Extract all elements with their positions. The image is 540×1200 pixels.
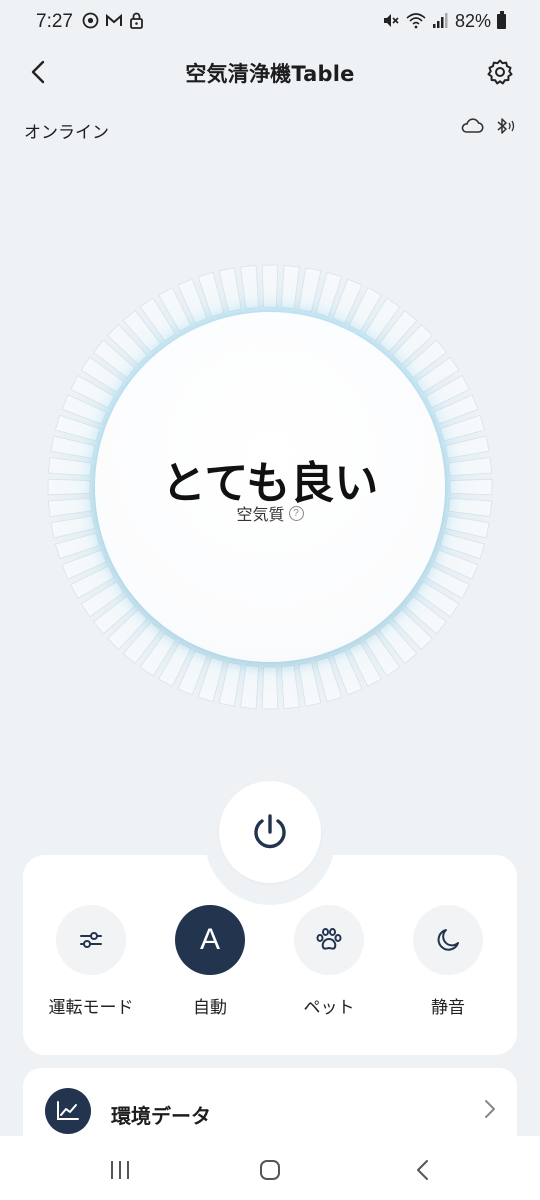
air-quality-label-row: 空気質 ?	[45, 501, 495, 525]
battery-icon	[497, 11, 506, 29]
recent-apps-icon	[111, 1161, 129, 1179]
dial-tick	[218, 661, 242, 707]
mode-quiet-button[interactable]	[413, 905, 483, 975]
gmail-icon	[105, 12, 122, 29]
mode-auto[interactable]: A 自動	[155, 905, 265, 1025]
bluetooth-icon	[494, 116, 516, 140]
app-header: 空気清浄機Table	[0, 48, 540, 96]
moon-icon	[437, 929, 459, 951]
recent-apps-button[interactable]	[105, 1156, 135, 1184]
status-bar: 7:27 82%	[0, 0, 540, 44]
status-system-icons: 82%	[382, 11, 506, 32]
paw-icon	[316, 928, 342, 950]
cloud-icon	[460, 116, 484, 140]
status-time: 7:27	[36, 11, 73, 32]
sliders-icon	[80, 932, 102, 948]
system-nav-bar	[0, 1136, 540, 1200]
dial-tick	[261, 264, 279, 308]
mode-operation[interactable]: 運転モード	[36, 905, 146, 1025]
dial-tick	[280, 664, 300, 710]
air-quality-label: 空気質	[236, 505, 285, 524]
nav-back-button[interactable]	[408, 1156, 438, 1184]
dial-tick	[298, 661, 322, 707]
dial-tick	[240, 264, 260, 310]
power-icon	[254, 814, 286, 849]
mode-auto-button[interactable]: A	[175, 905, 245, 975]
help-icon[interactable]: ?	[288, 505, 304, 521]
wifi-icon	[406, 12, 426, 32]
chevron-right-icon	[483, 1098, 497, 1124]
mode-label: ペット	[303, 998, 355, 1018]
auto-icon: A	[199, 923, 220, 956]
dial-tick	[261, 666, 279, 710]
dial-tick	[218, 267, 242, 313]
page-title: 空気清浄機Table	[185, 62, 355, 86]
dial-tick	[240, 664, 260, 710]
status-notification-icons	[82, 12, 145, 29]
mute-icon	[382, 12, 400, 32]
mode-label: 自動	[193, 998, 227, 1018]
battery-percent: 82%	[454, 11, 491, 31]
mode-label: 静音	[431, 998, 465, 1018]
env-data-label: 環境データ	[111, 1104, 211, 1128]
home-button[interactable]	[255, 1156, 285, 1184]
lock-icon	[128, 12, 145, 29]
chart-line-icon	[45, 1088, 91, 1134]
mode-label: 運転モード	[48, 998, 134, 1018]
home-icon	[260, 1160, 280, 1180]
mode-operation-button[interactable]	[56, 905, 126, 975]
gear-icon	[487, 59, 513, 85]
mode-pet-button[interactable]	[294, 905, 364, 975]
power-button[interactable]	[219, 781, 321, 883]
settings-button[interactable]	[480, 52, 520, 92]
mode-quiet[interactable]: 静音	[393, 905, 503, 1025]
signal-icon	[432, 12, 449, 32]
back-icon	[417, 1160, 428, 1180]
dial-tick	[280, 264, 300, 310]
dial-tick	[298, 267, 322, 313]
mode-pet[interactable]: ペット	[274, 905, 384, 1025]
air-quality-dial: とても良い 空気質 ?	[45, 262, 495, 712]
device-status: オンライン	[24, 123, 109, 143]
sync-icon	[82, 12, 99, 29]
